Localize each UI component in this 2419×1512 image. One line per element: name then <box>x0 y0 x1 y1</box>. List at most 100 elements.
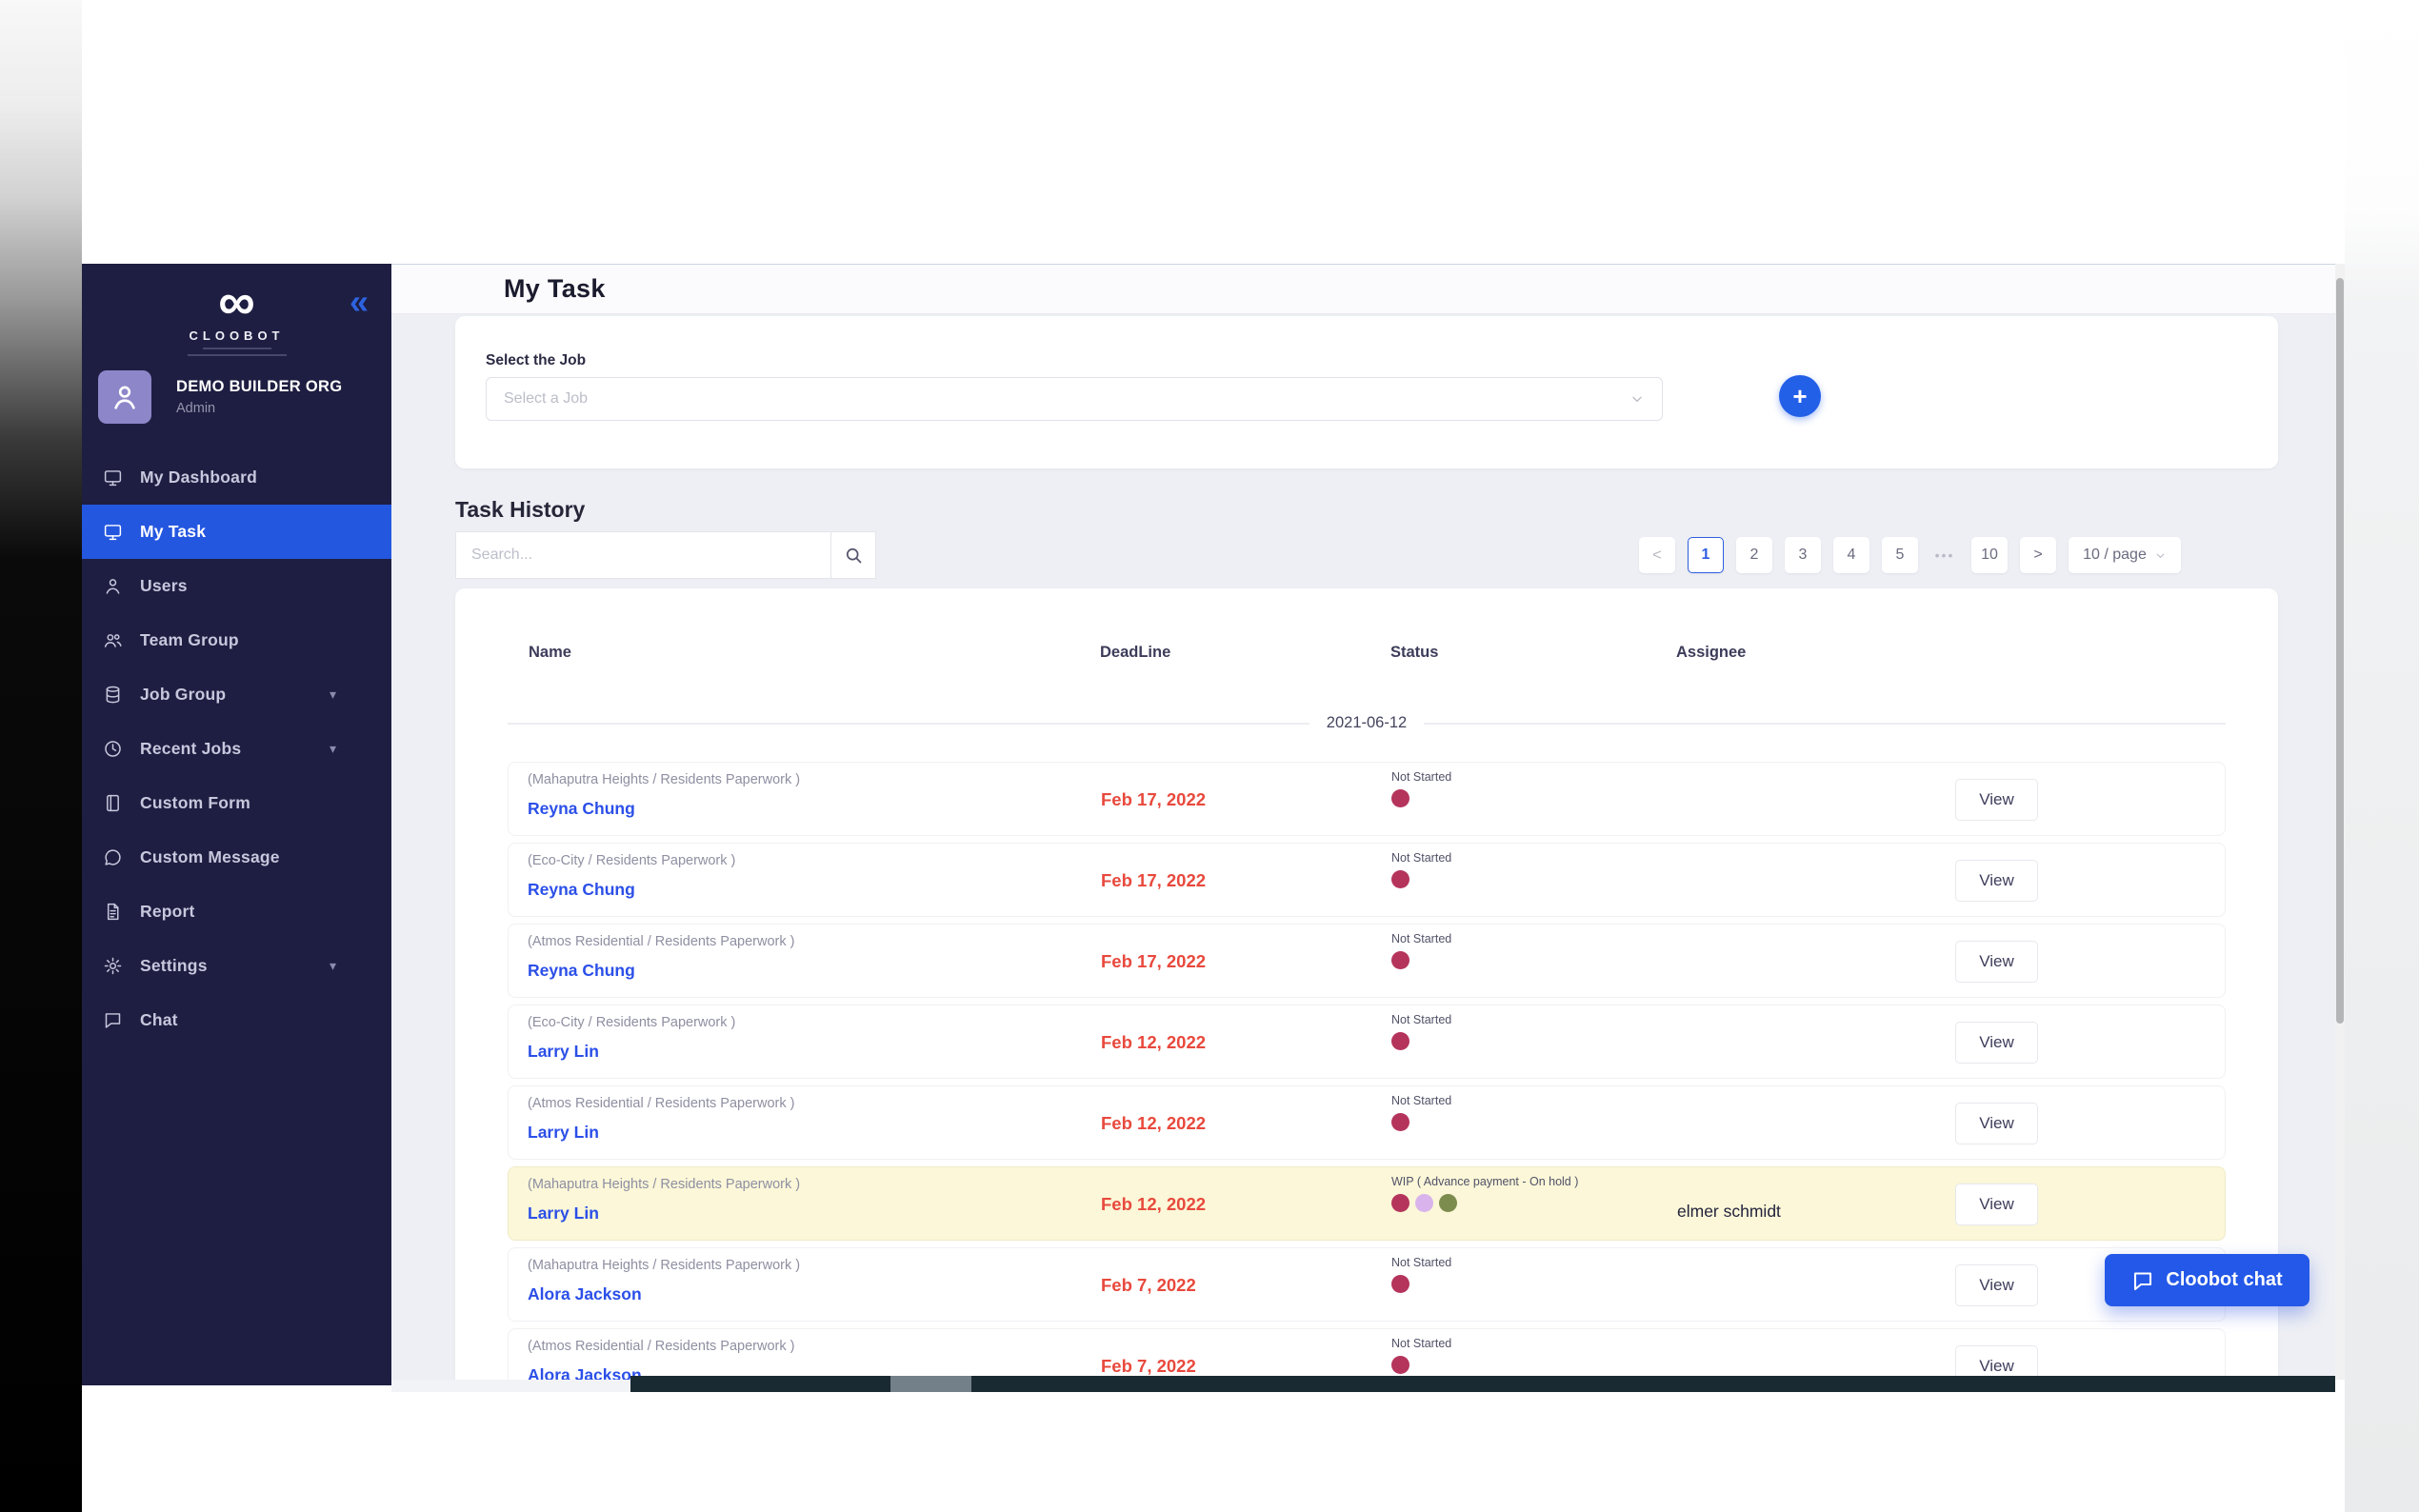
view-button[interactable]: View <box>1955 860 2038 902</box>
view-button[interactable]: View <box>1955 1022 2038 1064</box>
sidebar-item-label: Chat <box>140 1010 178 1030</box>
task-row[interactable]: (Atmos Residential / Residents Paperwork… <box>508 924 2226 998</box>
task-deadline: Feb 7, 2022 <box>1101 1356 1196 1377</box>
pagination-page-4[interactable]: 4 <box>1833 537 1869 573</box>
task-name-link[interactable]: Alora Jackson <box>528 1365 642 1380</box>
task-name-link[interactable]: Reyna Chung <box>528 961 635 981</box>
cloobot-chat-button[interactable]: Cloobot chat <box>2105 1254 2309 1306</box>
task-rows: (Mahaputra Heights / Residents Paperwork… <box>508 762 2226 1380</box>
chevron-down-icon: ▾ <box>330 958 336 974</box>
status-dot <box>1391 1275 1409 1293</box>
task-row[interactable]: (Mahaputra Heights / Residents Paperwork… <box>508 1166 2226 1241</box>
task-project: (Mahaputra Heights / Residents Paperwork… <box>528 772 800 787</box>
task-status-dots <box>1391 1356 1409 1374</box>
task-status-label: WIP ( Advance payment - On hold ) <box>1391 1175 1578 1188</box>
task-status-label: Not Started <box>1391 1094 1451 1107</box>
task-project: (Atmos Residential / Residents Paperwork… <box>528 1339 794 1354</box>
sidebar-item-custom-form[interactable]: Custom Form ▾ <box>82 776 391 830</box>
sidebar-item-custom-message[interactable]: Custom Message ▾ <box>82 830 391 885</box>
brand-name: CLOOBOT <box>82 328 391 343</box>
task-row[interactable]: (Eco-City / Residents Paperwork ) Larry … <box>508 1005 2226 1079</box>
app-window: ∞ CLOOBOT « DEMO BUILDER ORG Admin My Da… <box>82 264 2335 1385</box>
pagination-ellipsis[interactable]: ••• <box>1930 537 1959 573</box>
view-button[interactable]: View <box>1955 1184 2038 1225</box>
gear-icon <box>103 956 124 977</box>
task-name-link[interactable]: Larry Lin <box>528 1123 599 1143</box>
task-project: (Eco-City / Residents Paperwork ) <box>528 1015 735 1030</box>
person-icon <box>110 382 140 412</box>
task-table-card: Name DeadLine Status Assignee 2021-06-12… <box>455 588 2278 1380</box>
task-name-link[interactable]: Alora Jackson <box>528 1284 642 1304</box>
task-row[interactable]: (Atmos Residential / Residents Paperwork… <box>508 1328 2226 1380</box>
column-header-deadline: DeadLine <box>1100 644 1170 662</box>
task-deadline: Feb 17, 2022 <box>1101 870 1206 891</box>
sidebar-collapse-icon[interactable]: « <box>350 285 369 319</box>
screen: ∞ CLOOBOT « DEMO BUILDER ORG Admin My Da… <box>0 0 2419 1512</box>
date-group-divider: 2021-06-12 <box>508 714 2226 732</box>
form-icon <box>103 793 124 814</box>
task-name-link[interactable]: Reyna Chung <box>528 799 635 819</box>
cloobot-logo: ∞ CLOOBOT <box>82 277 391 356</box>
pagination-next[interactable]: > <box>2020 537 2056 573</box>
sidebar-item-settings[interactable]: Settings ▾ <box>82 939 391 993</box>
task-status-dots <box>1391 870 1409 888</box>
column-header-name: Name <box>529 644 571 662</box>
task-row[interactable]: (Mahaputra Heights / Residents Paperwork… <box>508 1247 2226 1322</box>
sidebar-item-label: Settings <box>140 956 208 976</box>
task-row[interactable]: (Mahaputra Heights / Residents Paperwork… <box>508 762 2226 836</box>
task-deadline: Feb 12, 2022 <box>1101 1113 1206 1134</box>
status-dot <box>1391 1032 1409 1050</box>
logo-tagline-bar <box>203 348 271 349</box>
task-name-link[interactable]: Larry Lin <box>528 1204 599 1224</box>
search-input[interactable] <box>455 531 830 579</box>
pagination-page-5[interactable]: 5 <box>1882 537 1918 573</box>
sidebar-item-job-group[interactable]: Job Group ▾ <box>82 667 391 722</box>
infinity-logo-icon: ∞ <box>82 277 391 327</box>
report-icon <box>103 902 124 923</box>
pagination-page-3[interactable]: 3 <box>1785 537 1821 573</box>
horizontal-scrollbar[interactable] <box>630 1376 2335 1392</box>
pagination-prev[interactable]: < <box>1639 537 1675 573</box>
org-profile[interactable]: DEMO BUILDER ORG Admin <box>98 370 342 424</box>
sidebar-item-my-dashboard[interactable]: My Dashboard ▾ <box>82 450 391 505</box>
org-name: DEMO BUILDER ORG <box>176 378 342 396</box>
sidebar-item-report[interactable]: Report ▾ <box>82 885 391 939</box>
status-dot <box>1391 870 1409 888</box>
add-job-button[interactable]: + <box>1779 375 1821 417</box>
sidebar-item-users[interactable]: Users ▾ <box>82 559 391 613</box>
task-name-link[interactable]: Reyna Chung <box>528 880 635 900</box>
task-status-label: Not Started <box>1391 1337 1451 1350</box>
job-select-dropdown[interactable]: Select a Job <box>486 377 1663 421</box>
search-bar <box>455 531 876 579</box>
view-button[interactable]: View <box>1955 941 2038 983</box>
task-name-link[interactable]: Larry Lin <box>528 1042 599 1062</box>
task-project: (Atmos Residential / Residents Paperwork… <box>528 1096 794 1111</box>
pagination-page-2[interactable]: 2 <box>1736 537 1772 573</box>
sidebar-item-label: My Task <box>140 522 206 542</box>
pagination-page-1[interactable]: 1 <box>1688 537 1724 573</box>
page-size-select[interactable]: 10 / page <box>2069 537 2181 573</box>
sidebar-menu: My Dashboard ▾ My Task ▾ Users ▾ Team Gr… <box>82 450 391 1047</box>
vertical-scrollbar-thumb[interactable] <box>2336 278 2344 1024</box>
team-icon <box>103 630 124 651</box>
task-deadline: Feb 12, 2022 <box>1101 1194 1206 1215</box>
search-button[interactable] <box>830 531 876 579</box>
sidebar-item-recent-jobs[interactable]: Recent Jobs ▾ <box>82 722 391 776</box>
sidebar-item-team-group[interactable]: Team Group ▾ <box>82 613 391 667</box>
status-dot <box>1391 1356 1409 1374</box>
sidebar-item-chat[interactable]: Chat ▾ <box>82 993 391 1047</box>
pagination-page-10[interactable]: 10 <box>1971 537 2008 573</box>
task-row[interactable]: (Eco-City / Residents Paperwork ) Reyna … <box>508 843 2226 917</box>
horizontal-scrollbar-thumb[interactable] <box>890 1376 971 1392</box>
task-deadline: Feb 17, 2022 <box>1101 951 1206 972</box>
chevron-down-icon: ▾ <box>330 686 336 703</box>
view-button[interactable]: View <box>1955 1345 2038 1380</box>
task-status-dots <box>1391 789 1409 807</box>
view-button[interactable]: View <box>1955 779 2038 821</box>
sidebar-item-my-task[interactable]: My Task ▾ <box>82 505 391 559</box>
view-button[interactable]: View <box>1955 1103 2038 1144</box>
view-button[interactable]: View <box>1955 1264 2038 1306</box>
select-job-card: Select the Job Select a Job + <box>455 316 2278 468</box>
task-row[interactable]: (Atmos Residential / Residents Paperwork… <box>508 1085 2226 1160</box>
select-job-label: Select the Job <box>486 352 586 369</box>
